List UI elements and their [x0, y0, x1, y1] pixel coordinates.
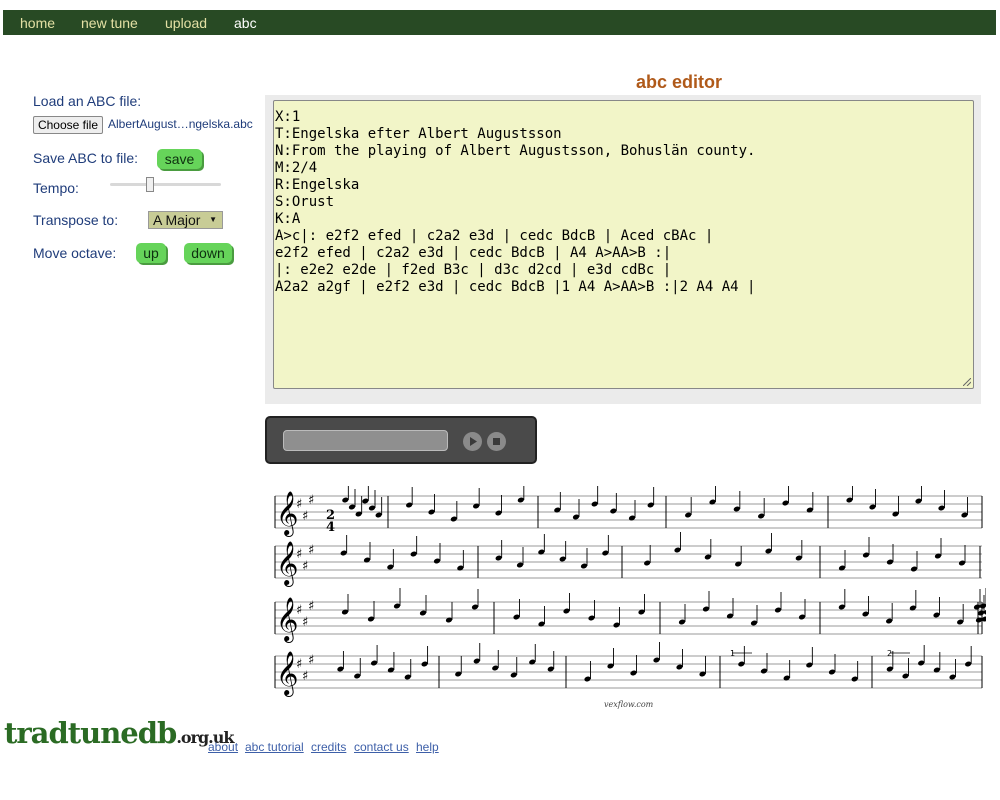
save-button[interactable]: save — [157, 149, 202, 169]
sheet-music: 𝄞♯♯♯𝄞♯♯♯𝄞♯♯♯𝄞♯♯♯ 2 4 1 2 — [274, 486, 986, 697]
nav-home[interactable]: home — [20, 15, 55, 31]
abc-line: N:From the playing of Albert Augustsson,… — [275, 143, 756, 159]
transpose-select[interactable]: A Major ▼ — [148, 211, 223, 229]
sharp-icon: ♯ — [308, 599, 314, 614]
footer-link-abc-tutorial[interactable]: abc tutorial — [245, 740, 304, 754]
top-nav: home new tune upload abc — [3, 10, 996, 35]
choose-file-button[interactable]: Choose file — [33, 116, 103, 134]
editor-title: abc editor — [636, 72, 723, 92]
abc-line: X:1 — [275, 109, 301, 125]
time-signature-bottom: 4 — [326, 520, 335, 535]
nav-new-tune[interactable]: new tune — [81, 15, 138, 31]
sharp-icon: ♯ — [308, 493, 314, 508]
abc-line: |: e2e2 e2de | f2ed B3c | d3c d2cd | e3d… — [275, 262, 672, 278]
tempo-slider[interactable] — [110, 183, 221, 186]
abc-line: T:Engelska efter Albert Augustsson — [275, 126, 562, 142]
transpose-label: Transpose to: — [33, 212, 119, 228]
resize-handle-icon[interactable] — [963, 378, 971, 386]
transpose-value: A Major — [153, 212, 201, 228]
abc-line: R:Engelska — [275, 177, 360, 193]
abc-text[interactable]: X:1 T:Engelska efter Albert Augustsson N… — [274, 101, 973, 296]
play-button[interactable] — [463, 432, 482, 451]
file-name: AlbertAugust…ngelska.abc — [108, 117, 253, 131]
move-octave-label: Move octave: — [33, 245, 117, 261]
volta-1-label: 1 — [730, 649, 735, 658]
stop-icon — [493, 438, 500, 445]
abc-line: A>c|: e2f2 efed | c2a2 e3d | cedc BdcB |… — [275, 228, 714, 244]
load-file-label: Load an ABC file: — [33, 93, 142, 109]
save-file-label: Save ABC to file: — [33, 150, 139, 166]
volta-2-label: 2 — [887, 649, 892, 658]
stop-button[interactable] — [487, 432, 506, 451]
abc-line: M:2/4 — [275, 160, 318, 176]
octave-down-button[interactable]: down — [184, 243, 232, 263]
footer-link-help[interactable]: help — [416, 740, 439, 754]
play-icon — [470, 437, 477, 446]
abc-line: e2f2 efed | c2a2 e3d | cedc BdcB | A4 A>… — [275, 245, 672, 261]
abc-textarea[interactable]: X:1 T:Engelska efter Albert Augustsson N… — [273, 100, 974, 389]
sharp-icon: ♯ — [302, 509, 308, 524]
footer-link-contact-us[interactable]: contact us — [354, 740, 409, 754]
nav-upload[interactable]: upload — [165, 15, 207, 31]
sharp-icon: ♯ — [308, 543, 314, 558]
sharp-icon: ♯ — [302, 615, 308, 630]
playback-progress-bar[interactable] — [283, 430, 448, 451]
footer-link-about[interactable]: about — [208, 740, 238, 754]
dropdown-caret-icon: ▼ — [209, 215, 217, 224]
sharp-icon: ♯ — [302, 559, 308, 574]
sharp-icon: ♯ — [308, 653, 314, 668]
octave-up-button[interactable]: up — [136, 243, 166, 263]
abc-line: A2a2 a2gf | e2f2 e3d | cedc BdcB |1 A4 A… — [275, 279, 756, 295]
tempo-slider-handle[interactable] — [146, 177, 154, 192]
nav-abc[interactable]: abc — [234, 15, 257, 31]
abc-line: K:A — [275, 211, 301, 227]
vexflow-credit: vexflow.com — [604, 700, 654, 709]
sharp-icon: ♯ — [302, 669, 308, 684]
tempo-label: Tempo: — [33, 180, 79, 196]
site-logo[interactable]: tradtunedb.org.uk — [4, 716, 234, 750]
logo-text: tradtunedb — [4, 716, 177, 750]
midi-player — [265, 416, 537, 464]
footer-link-credits[interactable]: credits — [311, 740, 346, 754]
abc-line: S:Orust — [275, 194, 335, 210]
